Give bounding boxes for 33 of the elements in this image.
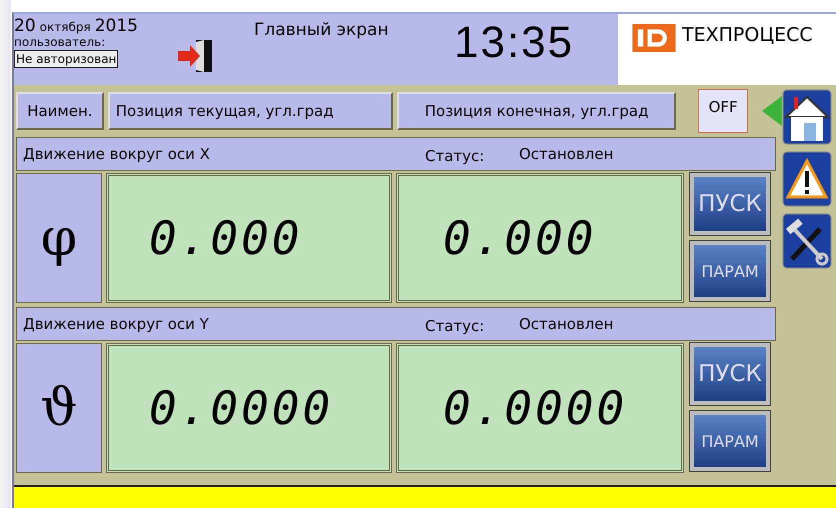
triangle-icon bbox=[762, 96, 782, 126]
clock: 13:35 bbox=[454, 18, 576, 68]
axis-title: Движение вокруг оси Y bbox=[23, 315, 210, 333]
axis-symbol: ϑ bbox=[16, 343, 102, 473]
column-header: Позиция конечная, угл.град bbox=[396, 92, 676, 130]
home-icon[interactable] bbox=[782, 89, 832, 145]
column-header: Наимен. bbox=[16, 92, 104, 130]
current-position-value: 0.0000 bbox=[149, 381, 334, 435]
logo-icon bbox=[632, 24, 676, 52]
date-month: октября bbox=[40, 19, 91, 36]
params-button[interactable]: ПАРАМ bbox=[690, 241, 770, 301]
screen-title: Главный экран bbox=[254, 20, 390, 40]
user-label: пользователь: bbox=[14, 36, 106, 48]
status-value: Остановлен bbox=[519, 315, 614, 333]
logo-text: ТЕХПРОЦЕСС bbox=[682, 24, 813, 46]
status-value: Остановлен bbox=[519, 145, 614, 163]
user-field: Не авторизован bbox=[14, 50, 118, 68]
target-position-value: 0.0000 bbox=[443, 381, 628, 435]
date-year: 2015 bbox=[94, 18, 138, 35]
column-header: Позиция текущая, угл.град bbox=[108, 92, 393, 130]
params-button[interactable]: ПАРАМ bbox=[690, 411, 770, 471]
start-button[interactable]: ПУСК bbox=[690, 343, 770, 405]
date-day: 20 bbox=[14, 18, 36, 35]
axis-title: Движение вокруг оси X bbox=[23, 145, 211, 163]
toggle-button[interactable]: OFF bbox=[698, 89, 748, 133]
status-label: Статус: bbox=[425, 316, 486, 335]
axis-symbol: φ bbox=[16, 173, 102, 303]
start-button[interactable]: ПУСК bbox=[690, 173, 770, 235]
status-label: Статус: bbox=[425, 146, 486, 165]
tools-icon[interactable] bbox=[782, 213, 832, 269]
current-position-value: 0.000 bbox=[149, 211, 302, 265]
warning-icon[interactable] bbox=[782, 151, 832, 207]
target-position-value: 0.000 bbox=[443, 211, 596, 265]
